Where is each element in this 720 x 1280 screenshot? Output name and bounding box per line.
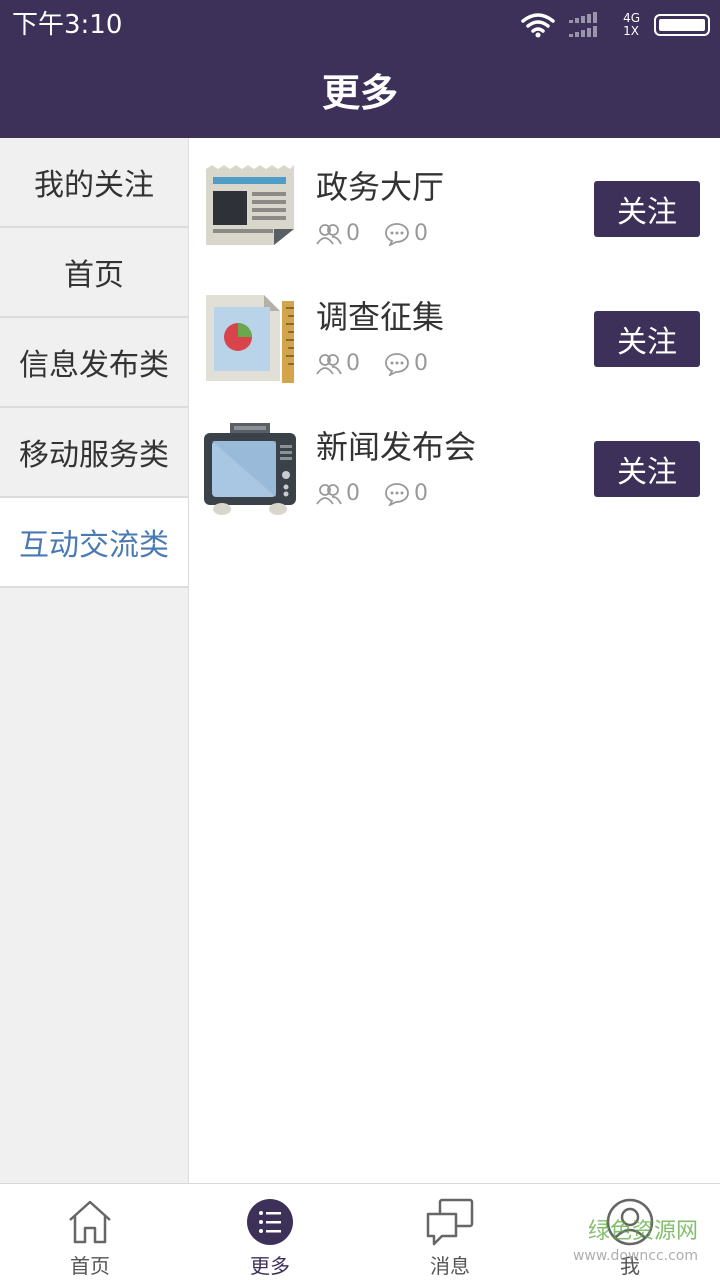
category-sidebar: 我的关注 首页 信息发布类 移动服务类 互动交流类 bbox=[0, 138, 189, 1183]
follow-button[interactable]: 关注 bbox=[594, 181, 700, 237]
channel-title: 调查征集 bbox=[316, 298, 445, 336]
network-type: 4G 1X bbox=[623, 11, 640, 38]
sidebar-item-home[interactable]: 首页 bbox=[0, 228, 188, 318]
follow-button[interactable]: 关注 bbox=[594, 441, 700, 497]
users-icon bbox=[316, 223, 342, 245]
battery-icon bbox=[654, 14, 710, 36]
sidebar-item-mobile-service[interactable]: 移动服务类 bbox=[0, 408, 188, 498]
tab-label: 消息 bbox=[430, 1254, 470, 1278]
list-item[interactable]: 政务大厅 0 0 关注 bbox=[189, 163, 720, 273]
home-icon bbox=[69, 1200, 111, 1244]
survey-chart-icon bbox=[206, 295, 294, 383]
comment-count: 0 bbox=[384, 481, 428, 506]
users-icon bbox=[316, 483, 342, 505]
tab-label: 首页 bbox=[70, 1254, 110, 1278]
tab-home[interactable]: 首页 bbox=[0, 1184, 180, 1280]
comment-icon bbox=[385, 482, 409, 506]
list-item[interactable]: 调查征集 0 0 关注 bbox=[189, 293, 720, 403]
comment-icon bbox=[385, 352, 409, 376]
tab-more[interactable]: 更多 bbox=[180, 1184, 360, 1280]
tab-label: 更多 bbox=[250, 1254, 290, 1278]
page-title: 更多 bbox=[321, 71, 398, 115]
follower-count: 0 bbox=[316, 351, 360, 376]
sidebar-item-info-publish[interactable]: 信息发布类 bbox=[0, 318, 188, 408]
follower-count: 0 bbox=[316, 481, 360, 506]
sidebar-item-my-follows[interactable]: 我的关注 bbox=[0, 138, 188, 228]
status-time: 下午3:10 bbox=[12, 10, 123, 40]
follow-button[interactable]: 关注 bbox=[594, 311, 700, 367]
channel-stats: 0 0 bbox=[316, 481, 452, 506]
signal-icon bbox=[569, 12, 598, 37]
channel-title: 新闻发布会 bbox=[316, 428, 477, 466]
comment-count: 0 bbox=[384, 351, 428, 376]
comment-count: 0 bbox=[384, 221, 428, 246]
status-bar: 下午3:10 4G 1X bbox=[0, 0, 720, 50]
channel-title: 政务大厅 bbox=[316, 168, 445, 206]
watermark: 绿色资源网 www.downcc.com bbox=[572, 1219, 698, 1265]
tv-icon bbox=[204, 423, 296, 515]
channel-stats: 0 0 bbox=[316, 221, 452, 246]
list-icon bbox=[247, 1199, 293, 1245]
sidebar-item-interaction[interactable]: 互动交流类 bbox=[0, 498, 188, 588]
tab-messages[interactable]: 消息 bbox=[360, 1184, 540, 1280]
comment-icon bbox=[385, 222, 409, 246]
list-item[interactable]: 新闻发布会 0 0 关注 bbox=[189, 423, 720, 533]
wifi-icon bbox=[521, 13, 555, 38]
newspaper-icon bbox=[206, 165, 294, 245]
message-icon bbox=[426, 1198, 474, 1246]
status-indicators: 4G 1X bbox=[521, 10, 710, 40]
follower-count: 0 bbox=[316, 221, 360, 246]
channel-list: 政务大厅 0 0 关注 调查征集 0 0 关注 新闻发布会 0 0 关注 bbox=[189, 138, 720, 1183]
title-bar: 更多 bbox=[0, 50, 720, 138]
users-icon bbox=[316, 353, 342, 375]
channel-stats: 0 0 bbox=[316, 351, 452, 376]
